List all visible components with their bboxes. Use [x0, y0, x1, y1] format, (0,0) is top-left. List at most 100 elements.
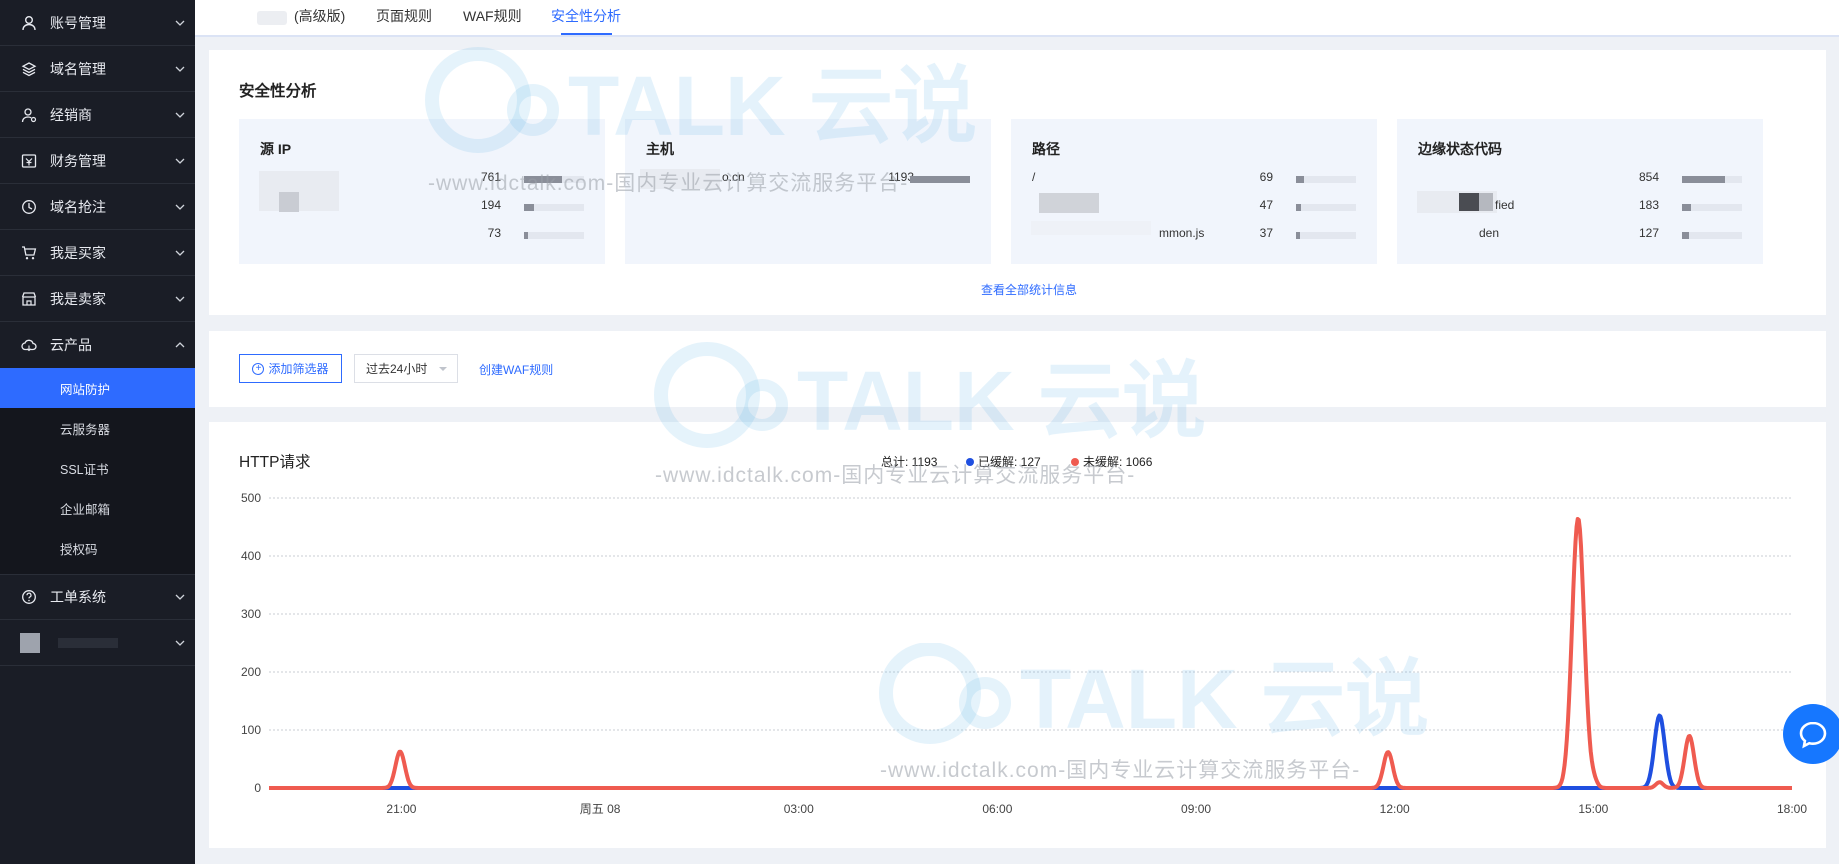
- chevron-down-icon: [165, 594, 195, 600]
- cloud-icon: [20, 336, 38, 354]
- sidebar: 账号管理 域名管理 经销商 财务管理 域名抢注 我是买家 我是卖家 云产品 网站…: [0, 0, 195, 864]
- y-tick-label: 200: [241, 665, 261, 679]
- row-name: den: [1479, 226, 1500, 240]
- row-bar: [524, 232, 584, 239]
- chevron-down-icon: [165, 204, 195, 210]
- row-bar: [910, 176, 970, 183]
- clock-icon: [20, 198, 38, 216]
- submenu-item-cloud-server[interactable]: 云服务器: [0, 408, 195, 448]
- row-bar: [524, 204, 584, 211]
- sidebar-item-finance[interactable]: 财务管理: [0, 138, 195, 184]
- time-range-select[interactable]: 过去24小时: [354, 354, 458, 383]
- add-filter-label: 添加筛选器: [268, 362, 329, 376]
- x-tick-label: 09:00: [1181, 802, 1211, 816]
- sidebar-item-account[interactable]: 账号管理: [0, 0, 195, 46]
- row-count: 37: [1259, 226, 1273, 240]
- submenu-item-web-protection[interactable]: 网站防护: [0, 368, 195, 408]
- card-title: 边缘状态代码: [1418, 141, 1502, 157]
- list-item[interactable]: fied 183: [1397, 195, 1763, 215]
- card-source-ip: 源 IP 761 194 73: [239, 119, 605, 264]
- x-tick-label: 周五 08: [580, 802, 621, 816]
- sidebar-item-label: 财务管理: [50, 152, 106, 169]
- chat-support-button[interactable]: [1783, 704, 1839, 764]
- http-requests-panel: HTTP请求 总计: 1193 已缓解: 127 未缓解: 1066 0 100 2…: [209, 422, 1826, 848]
- card-title: 路径: [1032, 141, 1060, 157]
- layers-icon: [20, 60, 38, 78]
- tab-security-analysis[interactable]: 安全性分析: [551, 6, 621, 26]
- sidebar-item-label: 域名抢注: [50, 198, 106, 215]
- user-icon: [20, 14, 38, 32]
- finance-icon: [20, 152, 38, 170]
- redacted-tab-prefix: [257, 11, 287, 25]
- list-item[interactable]: 73: [239, 223, 605, 243]
- submenu-item-email[interactable]: 企业邮箱: [0, 488, 195, 528]
- y-tick-label: 100: [241, 723, 261, 737]
- tab-advanced[interactable]: (高级版): [294, 6, 345, 26]
- card-title: 主机: [646, 141, 674, 157]
- card-edge-status: 边缘状态代码 854 fied 183 den 127: [1397, 119, 1763, 264]
- chevron-down-icon: [165, 640, 195, 646]
- chevron-up-icon: [165, 342, 195, 348]
- chevron-down-icon: [165, 158, 195, 164]
- row-bar: [524, 176, 584, 183]
- sidebar-item-label: 云产品: [50, 337, 92, 353]
- view-all-stats-link[interactable]: 查看全部统计信息: [981, 281, 1077, 298]
- redacted-icon: [20, 632, 40, 653]
- sidebar-item-snatch[interactable]: 域名抢注: [0, 184, 195, 230]
- sidebar-item-label: 域名管理: [50, 60, 106, 77]
- caret-down-icon: [439, 367, 447, 371]
- http-requests-chart: 0 100 200 300 400 500 21:00 周五 08 03:00 06:00 09:0…: [241, 491, 1807, 816]
- chat-bubble-icon: [1799, 721, 1827, 749]
- time-range-value: 过去24小时: [366, 362, 428, 376]
- y-tick-label: 0: [254, 781, 261, 795]
- sidebar-item-label: 我是卖家: [50, 290, 106, 307]
- row-count: 761: [480, 170, 501, 184]
- tab-waf-rules[interactable]: WAF规则: [463, 6, 522, 26]
- sidebar-item-seller[interactable]: 我是卖家: [0, 276, 195, 322]
- sidebar-item-cloud[interactable]: 云产品: [0, 322, 195, 368]
- tab-page-rules[interactable]: 页面规则: [376, 6, 432, 26]
- create-waf-rule-link[interactable]: 创建WAF规则: [479, 361, 553, 378]
- row-bar: [1682, 176, 1742, 183]
- chevron-down-icon: [165, 296, 195, 302]
- list-item[interactable]: mmon.js 37: [1011, 223, 1377, 243]
- list-item[interactable]: / 69: [1011, 167, 1377, 187]
- row-bar: [1296, 204, 1356, 211]
- cloud-submenu: 网站防护 云服务器 SSL证书 企业邮箱 授权码: [0, 368, 195, 574]
- chevron-down-icon: [165, 250, 195, 256]
- row-bar: [1682, 204, 1742, 211]
- sidebar-item-domain[interactable]: 域名管理: [0, 46, 195, 92]
- cart-icon: [20, 244, 38, 262]
- add-filter-button[interactable]: + 添加筛选器: [239, 354, 342, 383]
- sidebar-item-label: 账号管理: [50, 14, 106, 31]
- row-bar: [1682, 232, 1742, 239]
- row-name: fied: [1495, 198, 1515, 212]
- sidebar-item-redacted[interactable]: [0, 620, 195, 666]
- sidebar-item-label: 我是买家: [50, 244, 106, 261]
- row-count: 127: [1638, 226, 1659, 240]
- row-count: 73: [487, 226, 501, 240]
- sidebar-item-label: 工单系统: [50, 589, 106, 605]
- row-count: 183: [1638, 198, 1659, 212]
- sidebar-item-buyer[interactable]: 我是买家: [0, 230, 195, 276]
- list-item[interactable]: 194: [239, 195, 605, 215]
- plus-circle-icon: +: [252, 362, 265, 375]
- sidebar-item-reseller[interactable]: 经销商: [0, 92, 195, 138]
- redacted-label: [58, 637, 118, 648]
- list-item[interactable]: o.cn 1193: [625, 167, 991, 187]
- partner-icon: [20, 106, 38, 124]
- row-count: 854: [1638, 170, 1659, 184]
- submenu-item-ssl[interactable]: SSL证书: [0, 448, 195, 488]
- list-item[interactable]: den 127: [1397, 223, 1763, 243]
- x-tick-label: 12:00: [1380, 802, 1410, 816]
- x-tick-label: 15:00: [1578, 802, 1608, 816]
- submenu-item-license[interactable]: 授权码: [0, 528, 195, 568]
- list-item[interactable]: 854: [1397, 167, 1763, 187]
- x-tick-label: 03:00: [784, 802, 814, 816]
- sidebar-item-ticket[interactable]: 工单系统: [0, 574, 195, 620]
- list-item[interactable]: 761: [239, 167, 605, 187]
- active-tab-indicator: [561, 33, 612, 35]
- card-host: 主机 o.cn 1193: [625, 119, 991, 264]
- list-item[interactable]: 47: [1011, 195, 1377, 215]
- security-analysis-title: 安全性分析: [239, 83, 317, 100]
